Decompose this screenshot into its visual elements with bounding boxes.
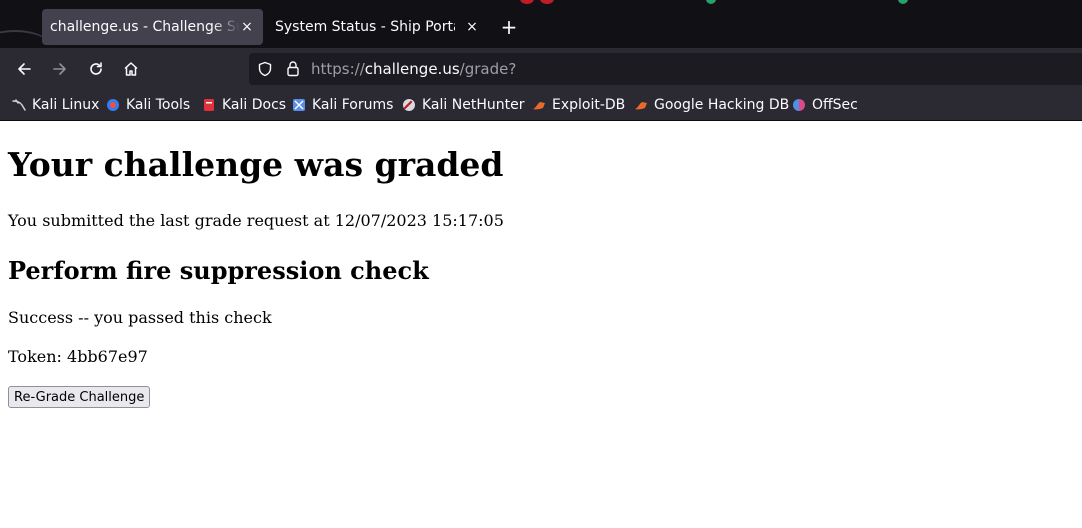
lock-icon [287,61,299,77]
url-text[interactable]: https://challenge.us/grade? [311,60,516,78]
bookmark-label: Exploit-DB [552,97,626,113]
tab-title: System Status - Ship Portal [275,19,455,35]
check-title: Perform fire suppression check [8,256,429,285]
exploit-db-icon [532,98,546,112]
url-scheme: https:// [311,60,365,78]
kali-nethunter-icon [402,98,416,112]
shield-icon [258,61,272,77]
bookmark-kali-forums[interactable]: Kali Forums [292,95,393,115]
page-content: Your challenge was graded You submitted … [0,121,1082,528]
bookmark-kali-linux[interactable]: Kali Linux [12,95,99,115]
wallpaper-decoration [898,0,908,4]
regrade-challenge-button[interactable]: Re-Grade Challenge [8,386,151,408]
bookmark-label: Kali Forums [312,97,394,113]
bookmark-kali-tools[interactable]: Kali Tools [106,95,190,115]
forward-button[interactable] [48,57,72,81]
wallpaper-decoration [520,0,534,4]
wallpaper-decoration [540,0,554,4]
url-path: /grade? [459,60,517,78]
bookmark-label: Kali NetHunter [422,97,525,113]
kali-tools-icon [106,98,120,112]
token-text: Token: 4bb67e97 [8,347,148,366]
submission-timestamp-text: You submitted the last grade request at … [8,211,504,230]
arrow-left-icon [18,63,31,75]
arrow-right-icon [53,63,66,75]
bookmark-offsec[interactable]: OffSec [792,95,858,115]
offsec-icon [792,98,806,112]
close-icon[interactable]: × [237,17,257,37]
bookmark-kali-docs[interactable]: Kali Docs [202,95,286,115]
home-button[interactable] [119,57,143,81]
check-result-text: Success -- you passed this check [8,308,272,327]
home-icon [124,62,138,76]
back-button[interactable] [12,57,36,81]
tab-title: challenge.us - Challenge Success [50,19,240,35]
new-tab-button[interactable]: + [499,15,519,39]
bookmark-label: Kali Docs [222,97,287,113]
bookmark-label: Google Hacking DB [654,97,790,113]
bookmark-label: Kali Linux [32,97,100,113]
reload-icon [90,62,102,75]
close-icon[interactable]: × [462,17,482,37]
bookmarks-toolbar: Kali Linux Kali Tools Kali Docs Kali For… [0,90,1082,121]
tab-system-status[interactable]: System Status - Ship Portal × [267,9,489,45]
kali-dragon-icon [12,98,26,112]
kali-docs-icon [202,98,216,112]
wallpaper-decoration [706,0,716,4]
kali-forums-icon [292,98,306,112]
page-title: Your challenge was graded [8,145,504,184]
bookmark-kali-nethunter[interactable]: Kali NetHunter [402,95,524,115]
bookmark-exploit-db[interactable]: Exploit-DB [532,95,625,115]
browser-chrome: challenge.us - Challenge Success × Syste… [0,0,1082,121]
reload-button[interactable] [84,57,108,81]
ghdb-icon [634,98,648,112]
tab-strip: challenge.us - Challenge Success × Syste… [0,0,1082,48]
tab-challenge-success[interactable]: challenge.us - Challenge Success × [42,9,263,45]
bookmark-label: OffSec [812,97,858,113]
bookmark-label: Kali Tools [126,97,191,113]
url-host: challenge.us [364,60,460,78]
bookmark-google-hacking-db[interactable]: Google Hacking DB [634,95,789,115]
